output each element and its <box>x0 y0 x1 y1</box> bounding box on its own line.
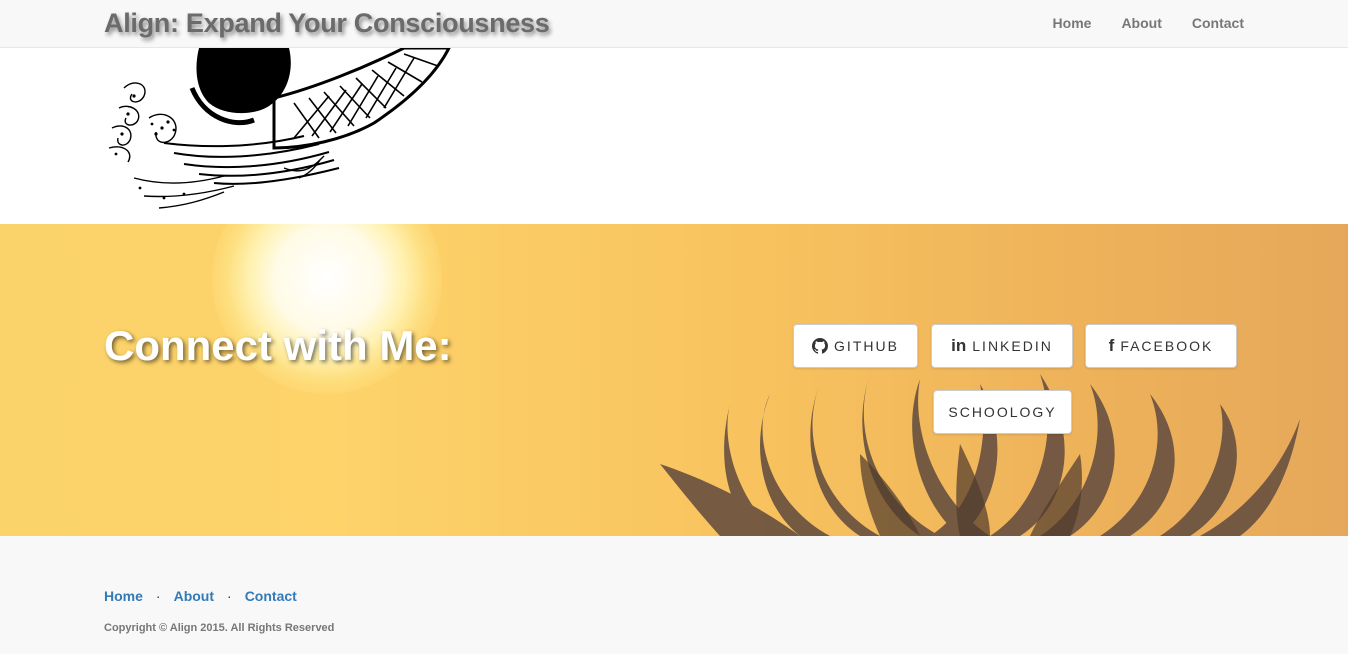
footer-home-link[interactable]: Home <box>104 588 143 604</box>
facebook-label: FACEBOOK <box>1120 338 1214 354</box>
github-label: GITHUB <box>834 338 899 354</box>
github-button[interactable]: GITHUB <box>793 324 918 368</box>
connect-banner: Connect with Me: GITHUB in LINKEDIN f FA… <box>0 224 1348 536</box>
footer-links: Home · About · Contact <box>104 588 297 604</box>
copyright-text: Copyright © Align 2015. All Rights Reser… <box>104 622 335 634</box>
linkedin-icon: in <box>951 336 967 355</box>
github-icon <box>812 338 829 354</box>
schoology-button[interactable]: SCHOOLOGY <box>933 390 1072 434</box>
koi-fish-illustration <box>108 48 451 209</box>
top-navbar: Align: Expand Your Consciousness Home Ab… <box>0 0 1348 48</box>
nav-links: Home About Contact <box>1053 15 1244 31</box>
facebook-button[interactable]: f FACEBOOK <box>1085 324 1237 368</box>
illustration-section <box>0 48 1348 224</box>
brand-title[interactable]: Align: Expand Your Consciousness <box>104 8 550 39</box>
page-footer: Home · About · Contact Copyright © Align… <box>0 536 1348 654</box>
linkedin-label: LINKEDIN <box>972 338 1053 354</box>
nav-contact-link[interactable]: Contact <box>1192 15 1244 31</box>
nav-about-link[interactable]: About <box>1121 15 1161 31</box>
linkedin-button[interactable]: in LINKEDIN <box>931 324 1073 368</box>
footer-contact-link[interactable]: Contact <box>245 588 297 604</box>
footer-separator: · <box>227 588 232 604</box>
footer-separator: · <box>155 588 161 604</box>
nav-home-link[interactable]: Home <box>1053 15 1092 31</box>
footer-about-link[interactable]: About <box>174 588 214 604</box>
facebook-icon: f <box>1108 336 1115 355</box>
connect-heading: Connect with Me: <box>104 322 452 369</box>
schoology-label: SCHOOLOGY <box>948 404 1057 420</box>
